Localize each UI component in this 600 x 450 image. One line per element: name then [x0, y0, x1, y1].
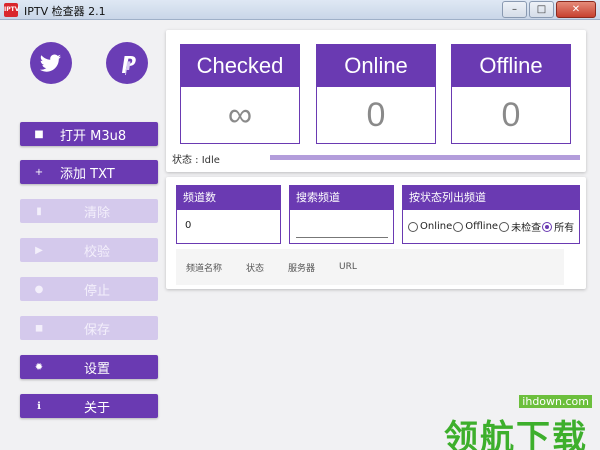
clear-button[interactable]: ▮ 清除: [20, 199, 158, 223]
open-m3u8-button[interactable]: ■ 打开 M3u8: [20, 122, 158, 146]
title-bar: IPTV IPTV 检查器 2.1 – □ ✕: [0, 0, 600, 20]
online-stat: Online 0: [316, 44, 436, 144]
search-label: 搜索频道: [290, 186, 393, 210]
paypal-icon: [122, 56, 136, 75]
radio-all[interactable]: 所有: [542, 219, 574, 234]
settings-label: 设置: [83, 361, 110, 377]
progress-bar: [270, 155, 580, 160]
radio-all-label: 所有: [554, 223, 575, 234]
plus-icon: +: [34, 166, 44, 178]
channel-count-value: 0: [185, 220, 192, 231]
radio-online-label: Online: [420, 221, 453, 232]
open-m3u8-label: 打开 M3u8: [60, 128, 127, 144]
search-input[interactable]: [296, 220, 388, 238]
checked-label: Checked: [181, 45, 299, 87]
stats-card: Checked ∞ Online 0 Offline 0 状态 : Idle: [166, 30, 586, 172]
save-icon: ◼: [34, 322, 44, 334]
stop-icon: ●: [34, 283, 44, 295]
online-label: Online: [317, 45, 435, 87]
radio-offline[interactable]: Offline: [453, 221, 498, 232]
checked-stat: Checked ∞: [180, 44, 300, 144]
status-filter-radios: Online Offline 未检查 所有: [403, 210, 579, 234]
save-button[interactable]: ◼ 保存: [20, 316, 158, 340]
channel-card: 频道数 0 搜索频道 按状态列出频道 Online Offline 未检查 所有…: [166, 177, 586, 289]
radio-offline-label: Offline: [465, 221, 499, 232]
watermark-text: 领航下载: [444, 418, 588, 450]
about-label: 关于: [83, 400, 110, 416]
app-body: ■ 打开 M3u8 + 添加 TXT ▮ 清除 ▶ 校验 ● 停止 ◼ 保存 ✹…: [0, 20, 600, 450]
radio-online-dot[interactable]: [408, 221, 418, 232]
channel-count-panel: 频道数 0: [176, 185, 281, 244]
stop-button[interactable]: ● 停止: [20, 277, 158, 301]
radio-online[interactable]: Online: [408, 221, 452, 232]
status-text: 状态 : Idle: [172, 155, 220, 166]
offline-label: Offline: [452, 45, 570, 87]
progress-fill: [270, 155, 580, 160]
add-txt-label: 添加 TXT: [60, 166, 115, 182]
twitter-button[interactable]: [30, 42, 72, 84]
window-controls: – □ ✕: [500, 1, 596, 18]
radio-offline-dot[interactable]: [453, 221, 464, 232]
online-value: 0: [366, 96, 386, 134]
about-button[interactable]: ℹ 关于: [20, 394, 158, 418]
trash-icon: ▮: [36, 205, 42, 217]
info-icon: ℹ: [37, 400, 41, 412]
radio-all-dot[interactable]: [542, 221, 553, 232]
column-status[interactable]: 状态: [246, 261, 264, 274]
offline-value: 0: [501, 96, 521, 134]
gear-icon: ✹: [34, 361, 44, 373]
twitter-bird-icon: [39, 54, 61, 72]
window-title: IPTV 检查器 2.1: [24, 5, 106, 18]
play-icon: ▶: [35, 244, 43, 256]
offline-stat: Offline 0: [451, 44, 571, 144]
file-icon: ■: [34, 128, 44, 140]
column-url[interactable]: URL: [339, 262, 357, 272]
paypal-button[interactable]: [106, 42, 148, 84]
channel-count-label: 频道数: [177, 186, 280, 210]
status-filter-label: 按状态列出频道: [403, 186, 579, 210]
column-channel-name[interactable]: 频道名称: [186, 261, 222, 274]
column-server[interactable]: 服务器: [288, 261, 315, 274]
app-icon: IPTV: [4, 3, 19, 17]
save-label: 保存: [83, 322, 110, 338]
clear-label: 清除: [83, 205, 110, 221]
settings-button[interactable]: ✹ 设置: [20, 355, 158, 379]
verify-button[interactable]: ▶ 校验: [20, 238, 158, 262]
watermark-url: ihdown.com: [519, 395, 592, 408]
close-button[interactable]: ✕: [556, 1, 596, 18]
stop-label: 停止: [83, 283, 110, 299]
channel-table-header: 频道名称 状态 服务器 URL: [176, 249, 564, 285]
minimize-button[interactable]: –: [502, 1, 527, 18]
verify-label: 校验: [83, 244, 110, 260]
checked-value: ∞: [227, 96, 253, 134]
radio-unchecked-label: 未检查: [511, 223, 542, 234]
radio-unchecked[interactable]: 未检查: [499, 219, 541, 234]
search-panel: 搜索频道: [289, 185, 394, 244]
maximize-button[interactable]: □: [529, 1, 554, 18]
radio-unchecked-dot[interactable]: [499, 221, 510, 232]
add-txt-button[interactable]: + 添加 TXT: [20, 160, 158, 184]
status-filter-panel: 按状态列出频道 Online Offline 未检查 所有: [402, 185, 580, 244]
